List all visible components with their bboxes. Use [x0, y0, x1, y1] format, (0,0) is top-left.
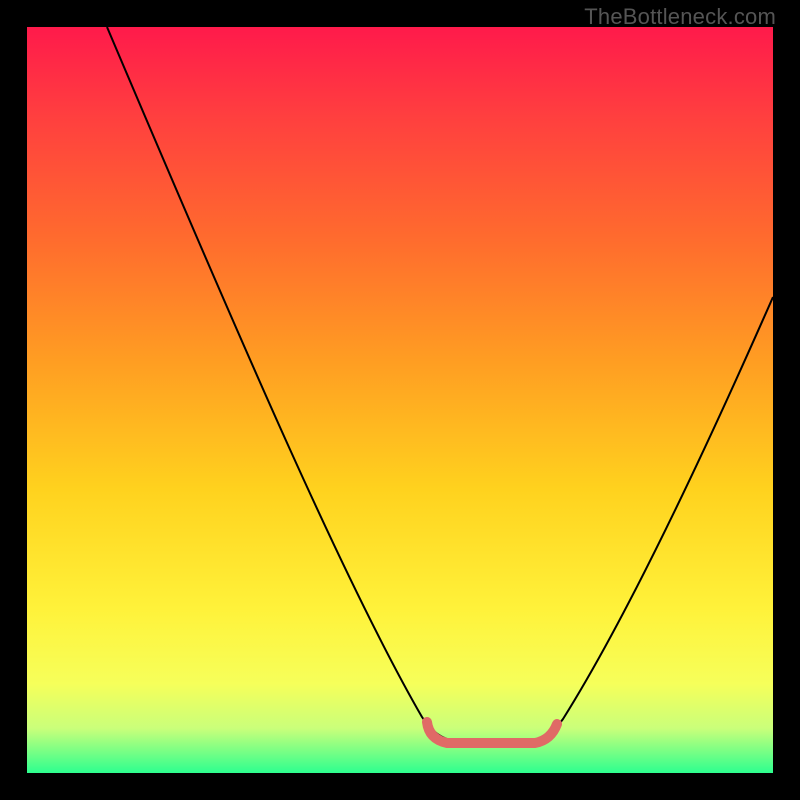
- watermark-text: TheBottleneck.com: [584, 4, 776, 30]
- plot-area: [27, 27, 773, 773]
- curve-layer: [27, 27, 773, 773]
- optimal-range-marker: [427, 722, 557, 743]
- chart-stage: TheBottleneck.com: [0, 0, 800, 800]
- bottleneck-curve: [107, 27, 773, 741]
